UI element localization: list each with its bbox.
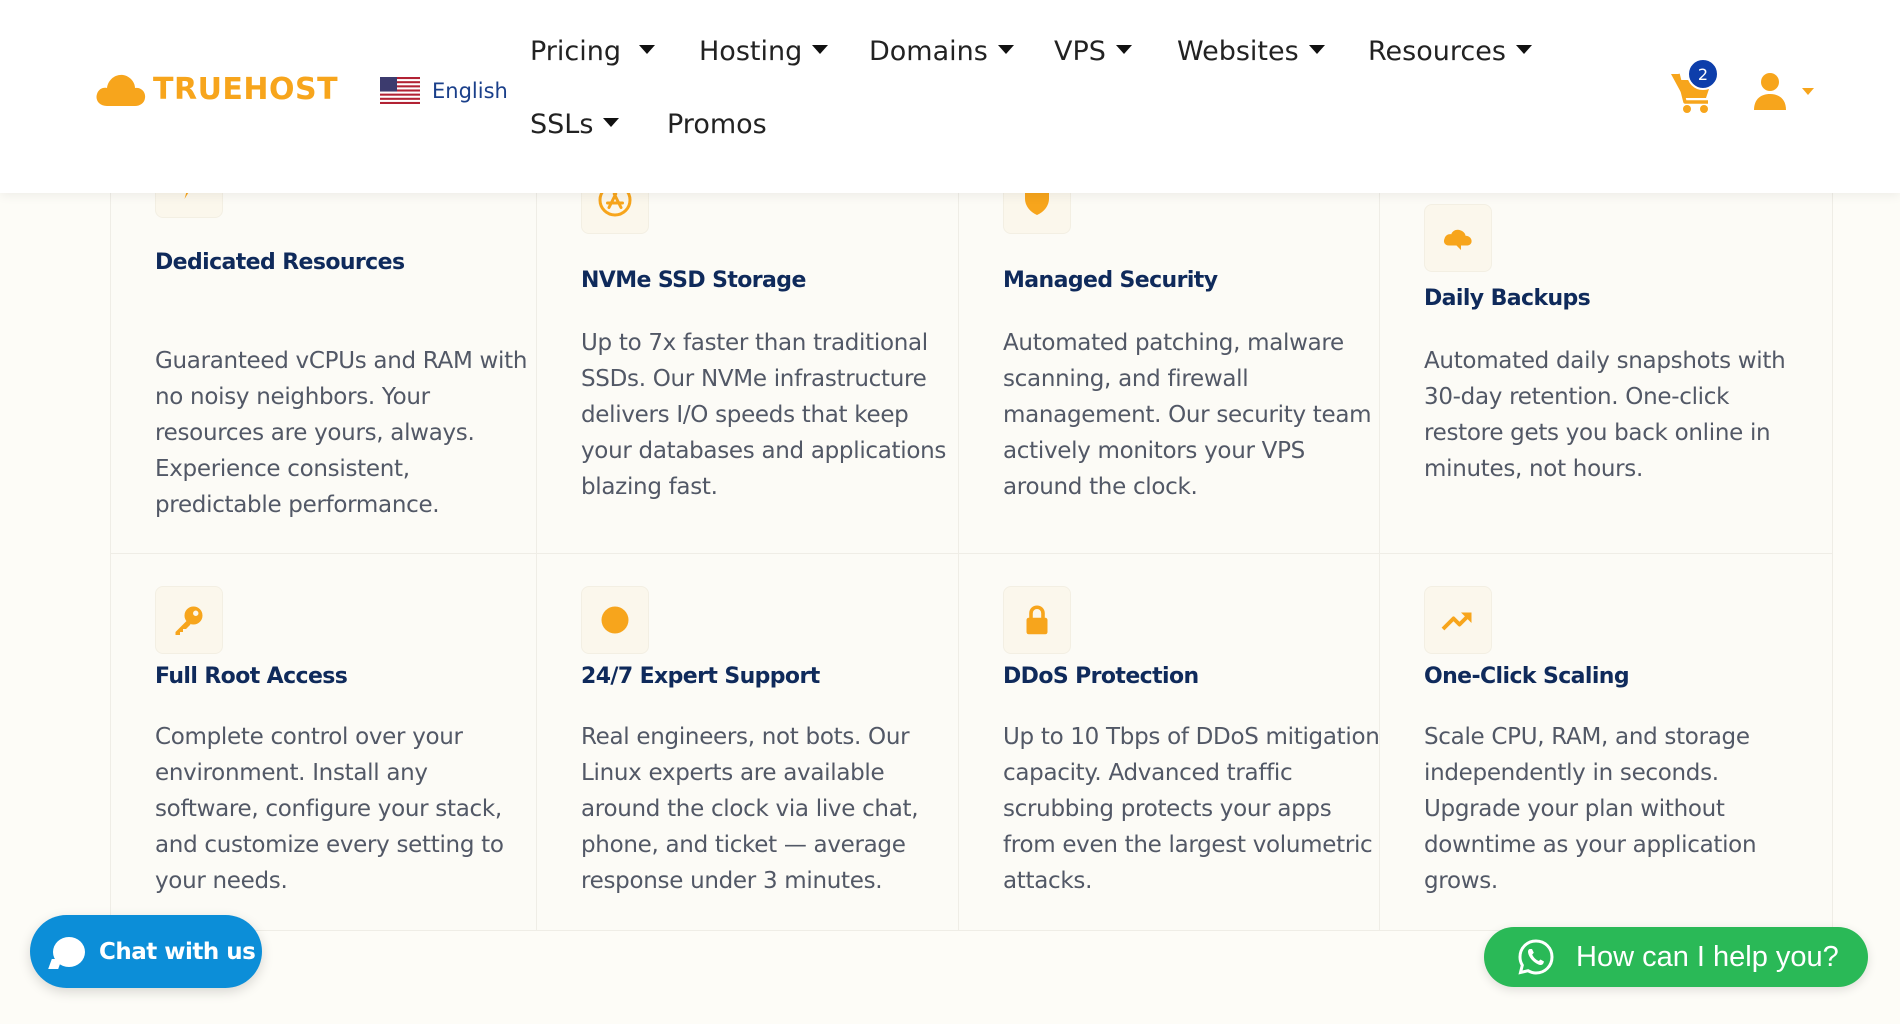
feature-description: Guaranteed vCPUs and RAM with no noisy n… bbox=[155, 348, 528, 518]
nav-promos[interactable]: Promos bbox=[667, 109, 767, 140]
logo-text: TRUEHOST bbox=[153, 71, 339, 107]
features-grid: Dedicated Resources Guaranteed vCPUs and… bbox=[110, 150, 1833, 931]
cloud-backup-icon bbox=[1424, 204, 1492, 272]
feature-description: Real engineers, not bots. Our Linux expe… bbox=[581, 724, 919, 894]
cloud-logo-icon bbox=[96, 74, 146, 106]
nav-websites[interactable]: Websites bbox=[1177, 36, 1325, 67]
feature-title: Managed Security bbox=[1003, 268, 1218, 293]
whatsapp-button-label: How can I help you? bbox=[1576, 940, 1839, 973]
user-account-icon[interactable] bbox=[1752, 72, 1788, 110]
site-header: TRUEHOST English Pricing Hosting Domains bbox=[0, 0, 1900, 193]
feature-card-root-access: Full Root Access Complete control over y… bbox=[110, 554, 537, 931]
feature-description: Scale CPU, RAM, and storage independentl… bbox=[1424, 724, 1757, 894]
nav-label: Domains bbox=[869, 36, 988, 67]
feature-title: Full Root Access bbox=[155, 664, 348, 689]
feature-description: Up to 7x faster than traditional SSDs. O… bbox=[581, 330, 947, 500]
nav-label: SSLs bbox=[530, 109, 594, 140]
feature-card-expert-support: 24/7 Expert Support Real engineers, not … bbox=[537, 554, 959, 931]
chat-button-label: Chat with us bbox=[99, 938, 256, 965]
caret-down-icon bbox=[1515, 45, 1532, 54]
feature-card-dedicated-resources: Dedicated Resources Guaranteed vCPUs and… bbox=[110, 150, 537, 554]
feature-description: Automated patching, malware scanning, an… bbox=[1003, 330, 1372, 500]
chat-with-us-button[interactable]: Chat with us bbox=[30, 915, 262, 988]
caret-down-icon bbox=[997, 45, 1014, 54]
nav-pricing[interactable]: Pricing bbox=[530, 36, 656, 67]
nav-resources[interactable]: Resources bbox=[1368, 36, 1532, 67]
caret-down-icon bbox=[812, 45, 829, 54]
whatsapp-help-button[interactable]: How can I help you? bbox=[1484, 927, 1868, 987]
feature-card-ddos-protection: DDoS Protection Up to 10 Tbps of DDoS mi… bbox=[959, 554, 1380, 931]
feature-card-one-click-scaling: One-Click Scaling Scale CPU, RAM, and st… bbox=[1380, 554, 1833, 931]
support-circle-icon bbox=[581, 586, 649, 654]
caret-down-icon bbox=[1115, 45, 1132, 54]
chat-bubble-icon bbox=[53, 936, 85, 967]
feature-title: 24/7 Expert Support bbox=[581, 664, 820, 689]
logo[interactable]: TRUEHOST bbox=[95, 70, 338, 108]
nav-label: Hosting bbox=[699, 36, 803, 67]
feature-title: Daily Backups bbox=[1424, 286, 1591, 311]
feature-description: Complete control over your environment. … bbox=[155, 724, 504, 894]
language-label: English bbox=[432, 78, 508, 103]
nav-label: VPS bbox=[1054, 36, 1106, 67]
nav-vps[interactable]: VPS bbox=[1054, 36, 1132, 67]
feature-title: Dedicated Resources bbox=[155, 250, 405, 275]
nav-ssls[interactable]: SSLs bbox=[530, 109, 620, 140]
nav-hosting[interactable]: Hosting bbox=[699, 36, 829, 67]
feature-title: One-Click Scaling bbox=[1424, 664, 1630, 689]
feature-card-managed-security: Managed Security Automated patching, mal… bbox=[959, 166, 1380, 554]
feature-card-nvme-storage: NVMe SSD Storage Up to 7x faster than tr… bbox=[537, 166, 959, 554]
caret-down-icon bbox=[603, 118, 620, 127]
caret-down-icon bbox=[639, 45, 656, 54]
nav-label: Resources bbox=[1368, 36, 1506, 67]
feature-card-daily-backups: Daily Backups Automated daily snapshots … bbox=[1380, 180, 1833, 554]
lock-icon bbox=[1003, 586, 1071, 654]
whatsapp-icon bbox=[1518, 939, 1554, 975]
nav-label: Pricing bbox=[530, 36, 622, 67]
feature-title: NVMe SSD Storage bbox=[581, 268, 806, 293]
caret-down-icon bbox=[1308, 45, 1325, 54]
cart-count-badge: 2 bbox=[1687, 58, 1719, 90]
nav-label: Websites bbox=[1177, 36, 1299, 67]
us-flag-icon bbox=[380, 77, 420, 104]
feature-description: Up to 10 Tbps of DDoS mitigation capacit… bbox=[1003, 724, 1380, 894]
user-menu-caret-icon[interactable] bbox=[1802, 88, 1814, 95]
feature-title: DDoS Protection bbox=[1003, 664, 1199, 689]
key-icon bbox=[155, 586, 223, 654]
trending-up-icon bbox=[1424, 586, 1492, 654]
feature-description: Automated daily snapshots with 30-day re… bbox=[1424, 348, 1786, 482]
language-selector[interactable]: English bbox=[380, 77, 508, 104]
nav-domains[interactable]: Domains bbox=[869, 36, 1014, 67]
nav-label: Promos bbox=[667, 109, 767, 140]
